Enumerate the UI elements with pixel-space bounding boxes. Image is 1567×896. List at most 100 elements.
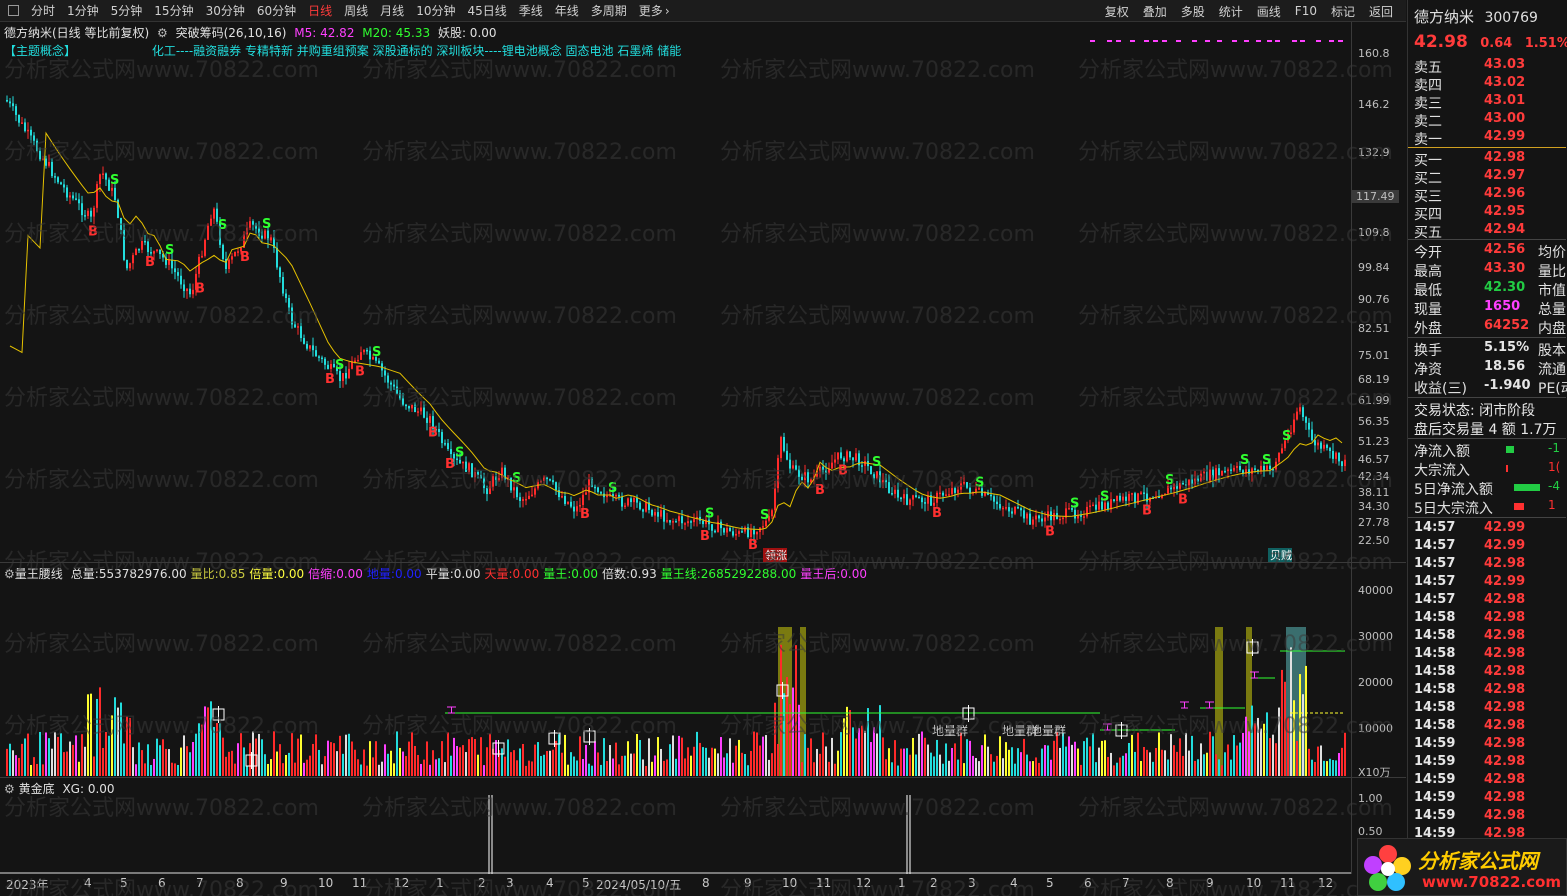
volume-bar <box>384 744 386 776</box>
period-tab[interactable]: 60分钟 <box>251 2 302 19</box>
marker-dash <box>1205 40 1210 42</box>
period-tab[interactable]: 分时 <box>25 2 61 19</box>
candle-body <box>519 497 521 501</box>
stock-code: 300769 <box>1484 10 1538 26</box>
candle-body <box>246 227 248 235</box>
volume-bar <box>345 734 347 776</box>
period-tab[interactable]: 更多 <box>633 2 669 19</box>
candle-body <box>1083 516 1085 518</box>
gold-panel-name[interactable]: 黄金底 <box>19 782 55 796</box>
candle-body <box>702 520 704 525</box>
volume-bar <box>159 745 161 776</box>
volume-bar <box>1170 734 1172 776</box>
tick-time: 14:58 <box>1414 628 1456 643</box>
volume-tick: 10000 <box>1358 722 1393 735</box>
candle-body <box>63 184 65 188</box>
volume-bar <box>1092 733 1094 776</box>
volume-bar <box>606 760 608 776</box>
volume-bar <box>1011 747 1013 776</box>
volume-bar <box>327 740 329 776</box>
candle-body <box>585 492 587 495</box>
candle-body <box>1092 504 1094 507</box>
volume-bar <box>972 755 974 776</box>
volume-panel-name[interactable]: 量王腰线 <box>15 567 63 581</box>
period-tab[interactable]: 10分钟 <box>410 2 461 19</box>
stat-label: 换手 <box>1414 343 1442 359</box>
tick-row: 14:57 42.99 <box>1414 574 1566 592</box>
volume-bar <box>711 747 713 776</box>
period-tab[interactable]: 多周期 <box>585 2 633 19</box>
marker-dash <box>1144 40 1149 42</box>
buy-signal: B <box>88 225 98 240</box>
settings-icon[interactable]: ⚙ <box>4 782 15 796</box>
volume-bar <box>1077 748 1079 776</box>
volume-bar <box>339 735 341 776</box>
window-icon[interactable] <box>8 5 19 16</box>
volume-bar <box>789 704 791 776</box>
period-tab[interactable]: 月线 <box>374 2 410 19</box>
toolbar-action[interactable]: F10 <box>1288 4 1324 18</box>
gong-marker-icon <box>1180 701 1189 709</box>
volume-bar <box>282 763 284 776</box>
candle-body <box>897 489 899 498</box>
volume-bar <box>822 732 824 776</box>
candle-body <box>21 122 23 124</box>
price-tick: 117.49 <box>1352 190 1399 203</box>
toolbar-action[interactable]: 多股 <box>1174 3 1212 20</box>
period-tab[interactable]: 日线 <box>302 2 338 19</box>
price-tick: 109.8 <box>1358 226 1390 239</box>
orderbook-divider <box>1408 147 1566 148</box>
candle-body <box>1011 511 1013 514</box>
candle-body <box>531 494 533 497</box>
period-tab[interactable]: 30分钟 <box>200 2 251 19</box>
more-chevron-icon[interactable]: › <box>665 4 670 18</box>
candle-body <box>819 466 821 471</box>
settings-icon[interactable]: ⚙ <box>157 26 168 40</box>
trade-status: 交易状态: 闭市阶段 <box>1414 403 1536 419</box>
volume-bar <box>1056 732 1058 776</box>
volume-chart[interactable]: 地量群 地量群地量群 <box>0 580 1352 776</box>
time-tick: 9 <box>280 876 288 890</box>
volume-bar <box>1152 761 1154 776</box>
period-tab[interactable]: 1分钟 <box>61 2 105 19</box>
candle-body <box>33 135 35 141</box>
volume-bar <box>297 738 299 776</box>
toolbar-action[interactable]: 画线 <box>1250 3 1288 20</box>
sell-signal: S <box>1070 496 1079 511</box>
tick-row: 14:58 42.98 <box>1414 610 1566 628</box>
candle-body <box>45 158 47 166</box>
toolbar-action[interactable]: 叠加 <box>1136 3 1174 20</box>
candle-body <box>627 498 629 506</box>
volume-bar <box>651 761 653 776</box>
period-tab[interactable]: 季线 <box>513 2 549 19</box>
toolbar-action[interactable]: 复权 <box>1098 3 1136 20</box>
candle-body <box>291 307 293 325</box>
volume-bar <box>204 706 206 776</box>
gold-panel-value: XG: 0.00 <box>62 782 115 796</box>
time-tick: 12 <box>856 876 872 890</box>
candle-body <box>951 488 953 495</box>
toolbar-action[interactable]: 统计 <box>1212 3 1250 20</box>
volume-bar <box>816 748 818 776</box>
candle-body <box>486 488 488 495</box>
volume-bar <box>723 757 725 776</box>
candle-body <box>1233 467 1235 471</box>
period-tab[interactable]: 周线 <box>338 2 374 19</box>
logo-text: 分析家公式网 <box>1418 849 1538 873</box>
period-tab[interactable]: 5分钟 <box>105 2 149 19</box>
settings-icon[interactable]: ⚙ <box>4 567 15 581</box>
period-tab[interactable]: 45日线 <box>461 2 512 19</box>
toolbar-action[interactable]: 返回 <box>1362 3 1400 20</box>
toolbar-action[interactable]: 标记 <box>1324 3 1362 20</box>
indicator-name[interactable]: 突破筹码(26,10,16) <box>176 26 287 40</box>
bid-row: 买二 42.97 <box>1414 168 1566 187</box>
volume-bar <box>1020 752 1022 776</box>
period-tab[interactable]: 15分钟 <box>148 2 199 19</box>
period-tab[interactable]: 年线 <box>549 2 585 19</box>
candle-body <box>1251 468 1253 474</box>
volume-bar <box>579 736 581 776</box>
volume-bar <box>1290 647 1292 776</box>
price-chart[interactable]: BSBSBSBSBS BSBBSSBSBSBSBBSBSBS SBSBS SS领涨 贝贼 <box>0 40 1352 562</box>
volume-bar <box>1344 732 1346 776</box>
gold-bottom-chart[interactable] <box>0 795 1352 874</box>
